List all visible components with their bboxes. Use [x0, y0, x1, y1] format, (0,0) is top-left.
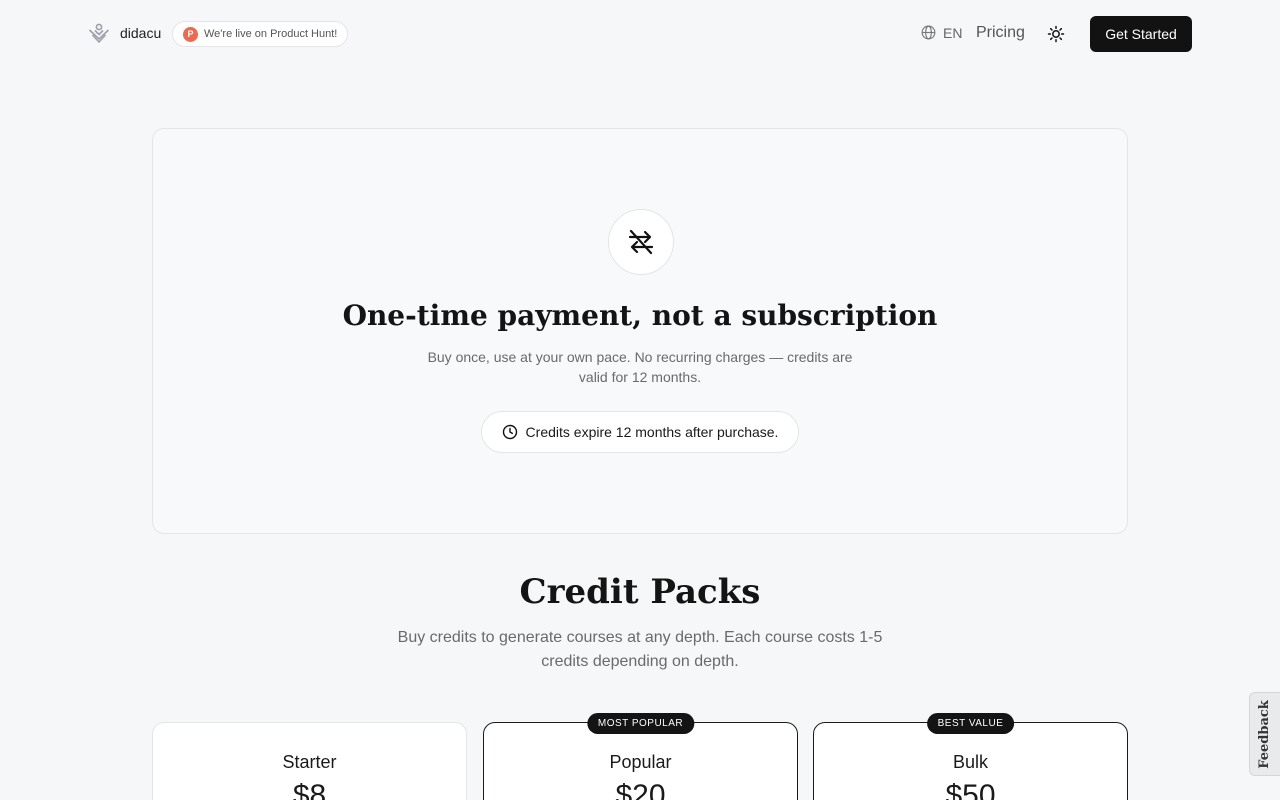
- pack-card-popular[interactable]: MOST POPULAR Popular $20: [483, 713, 798, 800]
- credit-packs-title: Credit Packs: [519, 572, 761, 612]
- product-hunt-text: We're live on Product Hunt!: [204, 28, 338, 40]
- pack-name: Bulk: [952, 752, 988, 772]
- pack-price: $50: [945, 779, 996, 800]
- credit-packs-subtitle: Buy credits to generate courses at any d…: [397, 629, 883, 670]
- hero-subtitle: Buy once, use at your own pace. No recur…: [427, 349, 853, 385]
- feedback-label: Feedback: [1256, 699, 1272, 769]
- pack-card-starter[interactable]: Starter $8: [152, 722, 467, 800]
- sun-icon: [1047, 25, 1065, 43]
- clock-icon: [502, 424, 517, 440]
- most-popular-badge: MOST POPULAR: [586, 713, 695, 734]
- get-started-button[interactable]: Get Started: [1090, 16, 1192, 52]
- repeat-off-icon: [608, 209, 674, 275]
- brand-name: didacu: [120, 25, 162, 41]
- credits-expiry-text: Credits expire 12 months after purchase.: [525, 424, 779, 440]
- pack-name: Popular: [609, 752, 672, 772]
- product-hunt-badge[interactable]: P We're live on Product Hunt!: [172, 21, 349, 47]
- hero-title: One-time payment, not a subscription: [342, 299, 938, 332]
- pack-name: Starter: [282, 752, 337, 772]
- theme-toggle-button[interactable]: [1046, 24, 1066, 44]
- top-navigation: didacu P We're live on Product Hunt! EN …: [0, 0, 1280, 68]
- globe-icon: [921, 25, 936, 40]
- brand-home-link[interactable]: didacu: [87, 21, 161, 45]
- language-switcher[interactable]: EN: [920, 24, 962, 41]
- product-hunt-icon: P: [183, 26, 198, 42]
- best-value-badge: BEST VALUE: [926, 713, 1015, 734]
- pack-card-bulk[interactable]: BEST VALUE Bulk $50: [813, 713, 1128, 800]
- one-time-payment-card: One-time payment, not a subscription Buy…: [152, 128, 1128, 534]
- nav-pricing-link[interactable]: Pricing: [976, 24, 1025, 42]
- credits-expiry-notice: Credits expire 12 months after purchase.: [481, 411, 799, 453]
- feedback-button[interactable]: Feedback: [1250, 692, 1278, 776]
- pack-price: $8: [292, 779, 327, 800]
- pack-price: $20: [615, 779, 666, 800]
- didacu-logo-icon: [87, 21, 111, 45]
- language-label: EN: [943, 24, 963, 41]
